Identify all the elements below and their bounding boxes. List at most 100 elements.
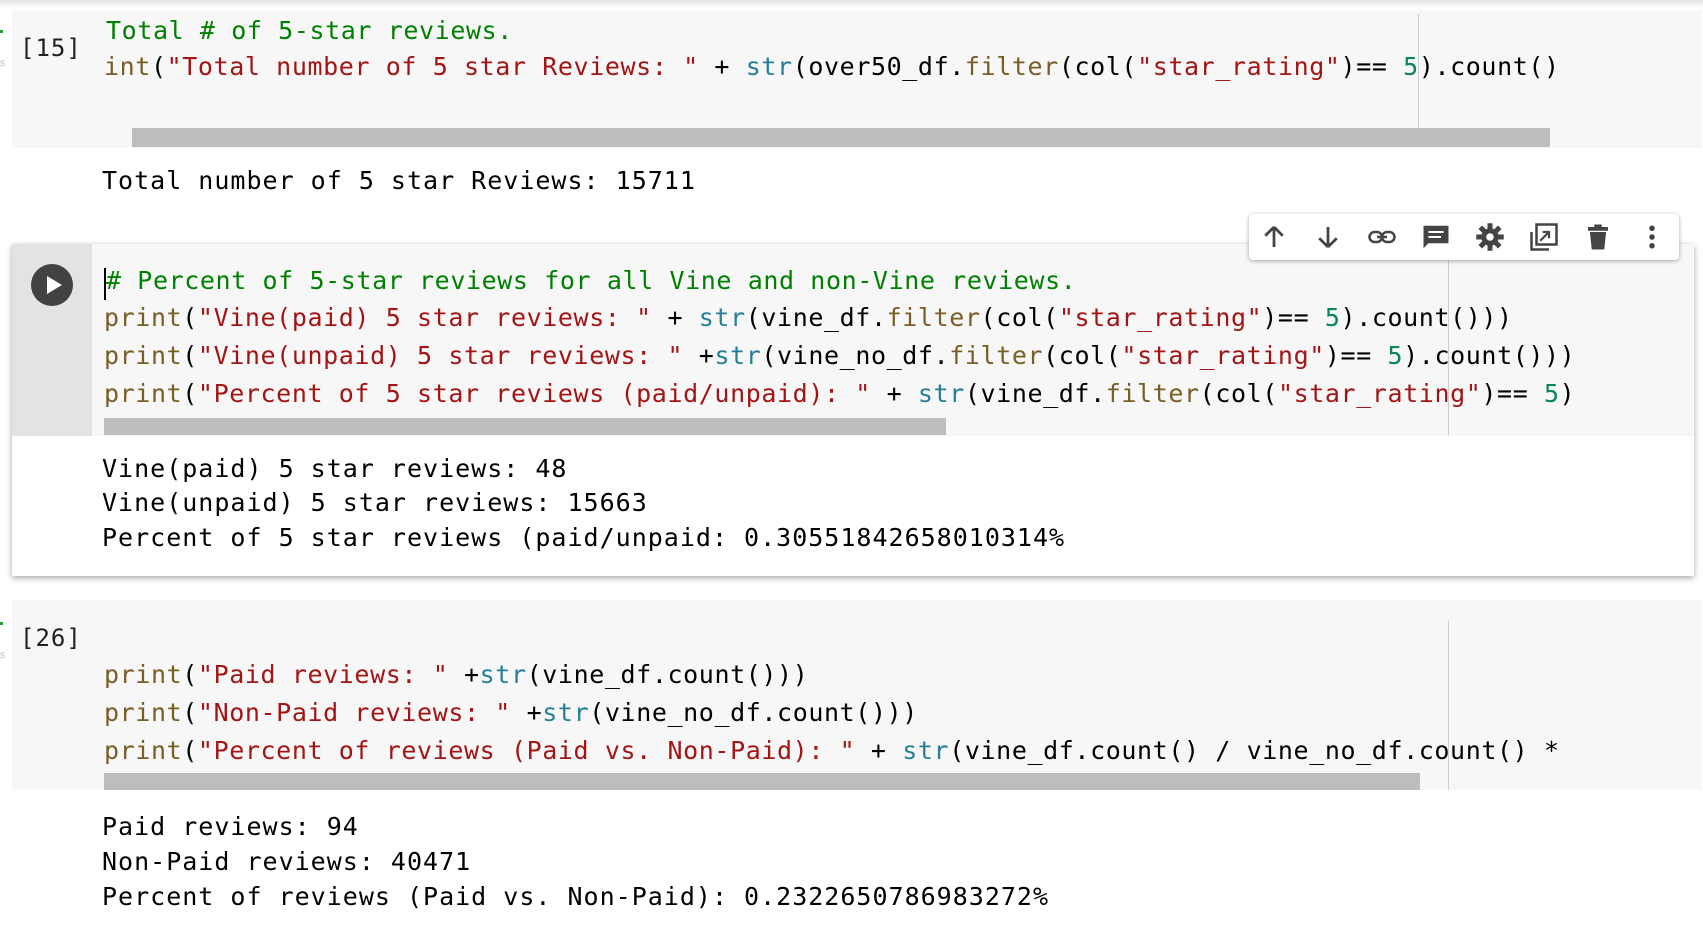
code-token: filter [964,52,1059,81]
code-token: (col( [1043,341,1122,370]
code-token: 5 [1324,303,1341,332]
code-token: filter [949,341,1044,370]
code-token: + [683,341,715,370]
code-token: (vine_df.count() / vine_no_df.count() * [949,736,1560,765]
output-line: Percent of 5 star reviews (paid/unpaid: … [102,523,1066,552]
code-token: ( [182,379,198,408]
code-token: (vine_df. [964,379,1106,408]
code-token: ( [150,52,167,81]
code-line: print("Vine(paid) 5 star reviews: " + st… [104,303,1513,332]
output-line: Non-Paid reviews: 40471 [102,847,472,876]
code-token: str [479,660,527,689]
comment-icon[interactable] [1421,222,1451,252]
code-token: ).count())) [1403,341,1576,370]
code-token: ( [182,736,198,765]
code-token: "star_rating" [1058,303,1263,332]
code-token: print [104,660,183,689]
code-token: + [651,303,699,332]
link-icon[interactable] [1367,222,1397,252]
run-cell-button[interactable] [31,264,73,306]
code-token: + [855,736,903,765]
mirror-cell-icon[interactable] [1529,222,1559,252]
code-token: + [870,379,918,408]
output-line: Vine(paid) 5 star reviews: 48 [102,454,568,483]
code-line: print("Paid reviews: " +str(vine_df.coun… [104,660,808,689]
code-token: "star_rating" [1137,52,1341,81]
code-token: "Percent of 5 star reviews (paid/unpaid)… [197,379,871,408]
code-token: (vine_df. [745,303,887,332]
code-token: ).count())) [1340,303,1513,332]
code-token: (vine_no_df.count())) [589,698,918,727]
code-token: str [542,698,590,727]
code-token: + [510,698,543,727]
run-status-indicator [0,30,3,33]
code-token: ) [1559,379,1576,408]
code-token: (vine_df.count())) [526,660,809,689]
code-token: (vine_no_df. [761,341,950,370]
output-line: Total number of 5 star Reviews: 15711 [102,166,696,195]
code-token: )== [1481,379,1545,408]
top-shadow-bar [0,0,1703,8]
code-token: ( [182,698,198,727]
arrow-down-icon[interactable] [1313,222,1343,252]
code-token: "star_rating" [1277,379,1482,408]
code-token: ).count() [1418,52,1560,81]
code-token: )== [1324,341,1388,370]
code-line: # Percent of 5-star reviews for all Vine… [106,266,1076,295]
ruler-line [1448,620,1449,790]
horizontal-scrollbar[interactable] [132,128,1550,147]
code-token: str [745,52,793,81]
code-token: filter [886,303,981,332]
code-token: "Vine(unpaid) 5 star reviews: " [197,341,684,370]
code-token: # Percent of 5-star reviews for all Vine… [106,266,1077,295]
horizontal-scrollbar[interactable] [104,773,1420,790]
code-token: )== [1340,52,1404,81]
code-token: 5 [1544,379,1560,408]
code-line: int("Total number of 5 star Reviews: " +… [104,52,1560,81]
gear-icon[interactable] [1475,222,1505,252]
code-token: "Percent of reviews (Paid vs. Non-Paid):… [197,736,856,765]
output-line: Paid reviews: 94 [102,812,359,841]
code-token: 5 [1403,52,1419,81]
code-token: ( [182,660,198,689]
code-token: str [698,303,746,332]
code-token: "Total number of 5 star Reviews: " [166,52,699,81]
horizontal-scrollbar[interactable] [104,418,946,435]
ruler-line [1448,246,1449,436]
code-line: print("Percent of 5 star reviews (paid/u… [104,379,1575,408]
code-token: )== [1262,303,1325,332]
ruler-line [1418,14,1419,146]
output-line: Percent of reviews (Paid vs. Non-Paid): … [102,882,1050,911]
more-vert-icon[interactable] [1637,222,1667,252]
code-token: "Non-Paid reviews: " [197,698,511,727]
code-token: print [104,736,183,765]
code-token: (col( [1199,379,1278,408]
play-icon [47,276,62,294]
execution-count: [26] [20,624,82,652]
code-line: print("Non-Paid reviews: " +str(vine_no_… [104,698,918,727]
code-token: print [104,698,183,727]
code-token: "star_rating" [1121,341,1325,370]
code-token: str [714,341,762,370]
code-token: ( [182,341,198,370]
code-token: int [104,52,151,81]
execution-count: [15] [20,34,82,62]
code-token: "Vine(paid) 5 star reviews: " [197,303,652,332]
code-token: filter [1105,379,1200,408]
run-status-indicator [0,622,3,625]
code-token: (col( [980,303,1059,332]
code-token: Total # of 5-star reviews. [106,16,513,45]
code-token: (over50_df. [792,52,965,81]
code-token: 5 [1387,341,1404,370]
code-token: + [698,52,746,81]
code-line: print("Vine(unpaid) 5 star reviews: " +s… [104,341,1575,370]
arrow-up-icon[interactable] [1259,222,1289,252]
code-line: print("Percent of reviews (Paid vs. Non-… [104,736,1560,765]
trash-icon[interactable] [1583,222,1613,252]
code-token: str [917,379,965,408]
cell-toolbar [1249,214,1679,260]
code-token: "Paid reviews: " [197,660,449,689]
side-marker: s [0,650,5,661]
code-line: Total # of 5-star reviews. [106,16,513,45]
code-token: ( [182,303,198,332]
